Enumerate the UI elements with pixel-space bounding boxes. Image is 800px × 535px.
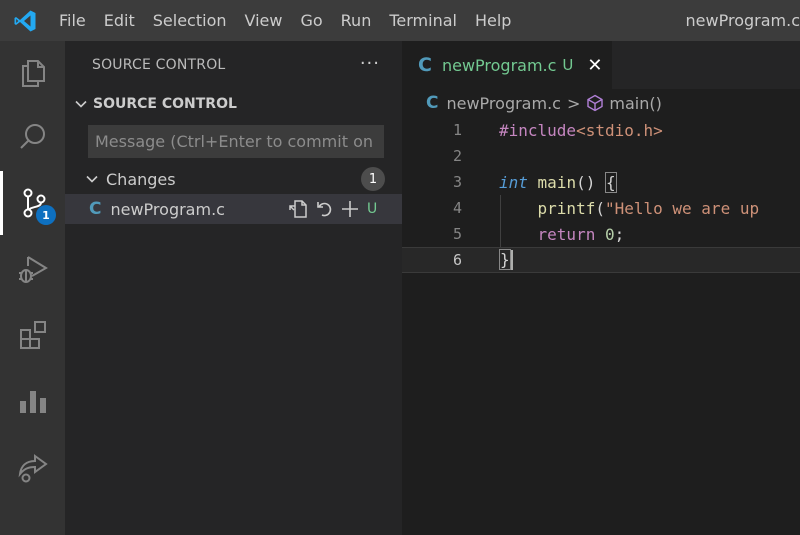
- activity-bar: 1: [0, 41, 65, 535]
- activity-extensions[interactable]: [0, 303, 65, 367]
- untracked-status: U: [367, 201, 378, 217]
- symbol-method-icon: [586, 94, 604, 112]
- tab-label: newProgram.c: [441, 55, 557, 75]
- activity-run-debug[interactable]: [0, 237, 65, 301]
- search-icon: [19, 124, 45, 149]
- sidebar: SOURCE CONTROL ··· SOURCE CONTROL Change…: [65, 41, 402, 535]
- breadcrumb: C newProgram.c > main(): [402, 89, 800, 117]
- token-semicolon: ;: [614, 224, 625, 244]
- menu-view[interactable]: View: [236, 0, 292, 41]
- discard-changes-icon[interactable]: [311, 194, 337, 224]
- live-share-icon: [18, 454, 48, 483]
- activity-explorer[interactable]: [0, 41, 65, 105]
- file-actions: U: [285, 194, 377, 224]
- tab-untracked-status: U: [562, 56, 574, 74]
- text-cursor: [510, 250, 513, 271]
- open-file-icon[interactable]: [285, 194, 311, 224]
- line-number: 2: [452, 147, 462, 165]
- token-function-name: main: [537, 172, 577, 192]
- c-file-icon: C: [418, 54, 432, 76]
- code-line: 3 int main() {: [402, 169, 800, 195]
- run-debug-icon: [18, 256, 48, 283]
- token-open-brace: {: [604, 171, 617, 193]
- title-bar: File Edit Selection View Go Run Terminal…: [0, 0, 800, 41]
- chevron-down-icon: [71, 97, 91, 111]
- token-directive: #include: [499, 120, 577, 140]
- code-line: 5 return 0;: [402, 221, 800, 247]
- menu-file[interactable]: File: [50, 0, 95, 41]
- token-close-brace: }: [499, 248, 511, 270]
- token-paren: (: [595, 198, 605, 218]
- tab-newprogram[interactable]: C newProgram.c U ✕: [402, 41, 612, 89]
- c-file-icon: C: [89, 199, 102, 219]
- token-header: <stdio.h>: [576, 120, 663, 140]
- token-type: int: [499, 172, 528, 192]
- token-keyword: return: [537, 224, 596, 244]
- stage-changes-icon[interactable]: [337, 194, 363, 224]
- menu-go[interactable]: Go: [291, 0, 331, 41]
- activity-search[interactable]: [0, 105, 65, 169]
- token-function-call: printf: [537, 198, 596, 218]
- code-line-current: 6 }: [402, 247, 800, 273]
- token-number: 0: [604, 224, 615, 244]
- line-number: 3: [452, 173, 462, 191]
- tab-bar: C newProgram.c U ✕: [402, 41, 800, 89]
- breadcrumb-symbol[interactable]: main(): [609, 94, 661, 113]
- menu-run[interactable]: Run: [332, 0, 381, 41]
- section-title: SOURCE CONTROL: [93, 96, 237, 112]
- activity-charts[interactable]: [0, 369, 65, 433]
- token-parens: (): [576, 172, 605, 192]
- line-number: 1: [452, 121, 462, 139]
- bar-chart-icon: [19, 391, 46, 413]
- extensions-icon: [19, 321, 46, 349]
- c-file-icon: C: [426, 93, 439, 113]
- line-number: 5: [452, 225, 462, 243]
- changes-group-header[interactable]: Changes 1: [65, 164, 402, 194]
- token-string: "Hello we are up: [604, 198, 760, 218]
- sidebar-title: SOURCE CONTROL: [92, 57, 226, 73]
- source-control-section-header[interactable]: SOURCE CONTROL: [65, 89, 402, 119]
- close-icon[interactable]: ✕: [587, 55, 602, 76]
- code-editor[interactable]: 1 #include<stdio.h> 2 3 int main() { 4 p…: [402, 117, 800, 273]
- editor-area: C newProgram.c U ✕ C newProgram.c > main…: [402, 41, 800, 535]
- vscode-logo-icon: [0, 0, 50, 41]
- source-control-badge: 1: [36, 205, 56, 225]
- menu-edit[interactable]: Edit: [95, 0, 144, 41]
- menu-terminal[interactable]: Terminal: [380, 0, 466, 41]
- menu-selection[interactable]: Selection: [144, 0, 236, 41]
- activity-live-share[interactable]: [0, 435, 65, 499]
- code-line: 4 printf("Hello we are up: [402, 195, 800, 221]
- line-number: 4: [452, 199, 462, 217]
- chevron-down-icon: [83, 172, 101, 186]
- code-line: 2: [402, 143, 800, 169]
- more-actions-icon[interactable]: ···: [360, 53, 380, 74]
- window-title: newProgram.c: [685, 11, 800, 30]
- breadcrumb-file[interactable]: newProgram.c: [446, 94, 560, 113]
- changed-file-row[interactable]: C newProgram.c U: [65, 194, 402, 224]
- sidebar-header: SOURCE CONTROL ···: [65, 41, 402, 89]
- breadcrumb-separator: >: [566, 93, 581, 113]
- changes-count-badge: 1: [361, 167, 385, 191]
- code-line: 1 #include<stdio.h>: [402, 117, 800, 143]
- commit-message-input[interactable]: [88, 125, 384, 158]
- changes-label: Changes: [106, 169, 176, 189]
- files-icon: [21, 60, 45, 87]
- menu-help[interactable]: Help: [466, 0, 520, 41]
- changed-file-name: newProgram.c: [110, 199, 225, 219]
- activity-source-control[interactable]: 1: [0, 171, 65, 235]
- line-number: 6: [452, 251, 462, 269]
